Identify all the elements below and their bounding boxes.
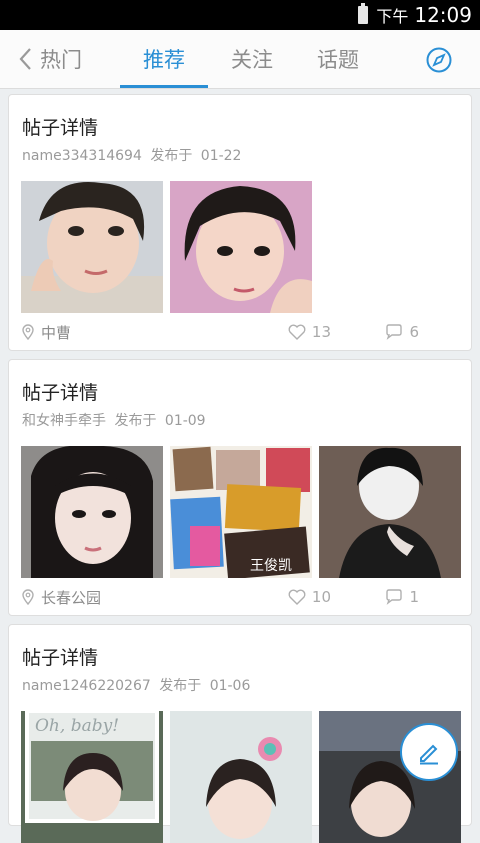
status-time: 12:09	[414, 3, 472, 27]
post-photo[interactable]	[319, 446, 461, 578]
tab-topics[interactable]: 话题	[298, 30, 378, 88]
post-photo[interactable]	[21, 446, 163, 578]
comment-button[interactable]: 1	[385, 588, 419, 606]
photo-row: 王俊凯	[21, 446, 468, 578]
post-photo[interactable]: 王俊凯	[170, 446, 312, 578]
post-title: 帖子详情	[22, 117, 99, 139]
post-date: 01-09	[164, 413, 206, 429]
post-location: 中曹	[41, 323, 72, 342]
comment-icon	[386, 324, 403, 340]
back-button[interactable]	[14, 39, 36, 79]
post-title: 帖子详情	[22, 647, 99, 669]
post-meta: 和女神手牵手 发布于 01-09	[22, 410, 210, 430]
battery-icon	[358, 3, 369, 24]
post-photo[interactable]: Oh, baby!	[21, 711, 163, 843]
status-bar: 下午 12:09	[0, 0, 480, 30]
post-photo[interactable]	[21, 181, 163, 313]
post-card[interactable]: 帖子详情 name1246220267 发布于 01-06 Oh, baby!	[8, 624, 472, 843]
posted-label: 发布于	[114, 413, 157, 429]
chevron-left-icon	[19, 48, 31, 70]
post-date: 01-06	[209, 678, 251, 694]
location-pin-icon	[22, 589, 34, 605]
photo-row: Oh, baby!	[21, 711, 468, 843]
post-photo[interactable]	[170, 711, 312, 843]
compose-button[interactable]	[400, 723, 458, 781]
post-footer: 中曹 13 6	[21, 321, 459, 343]
heart-icon	[288, 324, 306, 340]
post-meta: name334314694 发布于 01-22	[22, 145, 245, 165]
post-card[interactable]: 帖子详情 name334314694 发布于 01-22 中曹 13 6	[8, 94, 472, 351]
post-date: 01-22	[200, 148, 242, 164]
post-meta: name1246220267 发布于 01-06	[22, 675, 254, 695]
post-title: 帖子详情	[22, 382, 99, 404]
photo-overlay-text: Oh, baby!	[35, 716, 119, 736]
comment-button[interactable]: 6	[385, 323, 419, 341]
top-nav-bar: 热门 推荐 关注 话题	[0, 30, 480, 89]
photo-row	[21, 181, 319, 313]
pencil-icon	[420, 744, 438, 765]
tab-following[interactable]: 关注	[212, 30, 292, 88]
status-ampm: 下午	[376, 7, 409, 26]
collage-caption: 王俊凯	[250, 558, 292, 574]
post-location: 长春公园	[41, 588, 102, 607]
like-count: 10	[311, 588, 331, 606]
posted-label: 发布于	[159, 678, 202, 694]
post-card[interactable]: 帖子详情 和女神手牵手 发布于 01-09 王俊凯 长春公园 10 1	[8, 359, 472, 616]
location-pin-icon	[22, 324, 34, 340]
post-footer: 长春公园 10 1	[21, 586, 459, 608]
like-button[interactable]: 10	[288, 588, 331, 606]
posted-label: 发布于	[150, 148, 193, 164]
comment-count: 1	[409, 588, 419, 606]
tab-recommended[interactable]: 推荐	[120, 30, 208, 88]
like-button[interactable]: 13	[288, 323, 331, 341]
comment-icon	[386, 589, 403, 605]
compass-icon[interactable]	[426, 47, 452, 73]
like-count: 13	[311, 323, 331, 341]
post-list: 帖子详情 name334314694 发布于 01-22 中曹 13 6 帖子详…	[0, 89, 480, 843]
tab-hot[interactable]: 热门	[40, 30, 100, 88]
comment-count: 6	[409, 323, 419, 341]
post-author[interactable]: name1246220267	[22, 678, 151, 694]
post-author[interactable]: name334314694	[22, 148, 142, 164]
heart-icon	[288, 589, 306, 605]
post-photo[interactable]	[170, 181, 312, 313]
post-author[interactable]: 和女神手牵手	[22, 413, 106, 429]
